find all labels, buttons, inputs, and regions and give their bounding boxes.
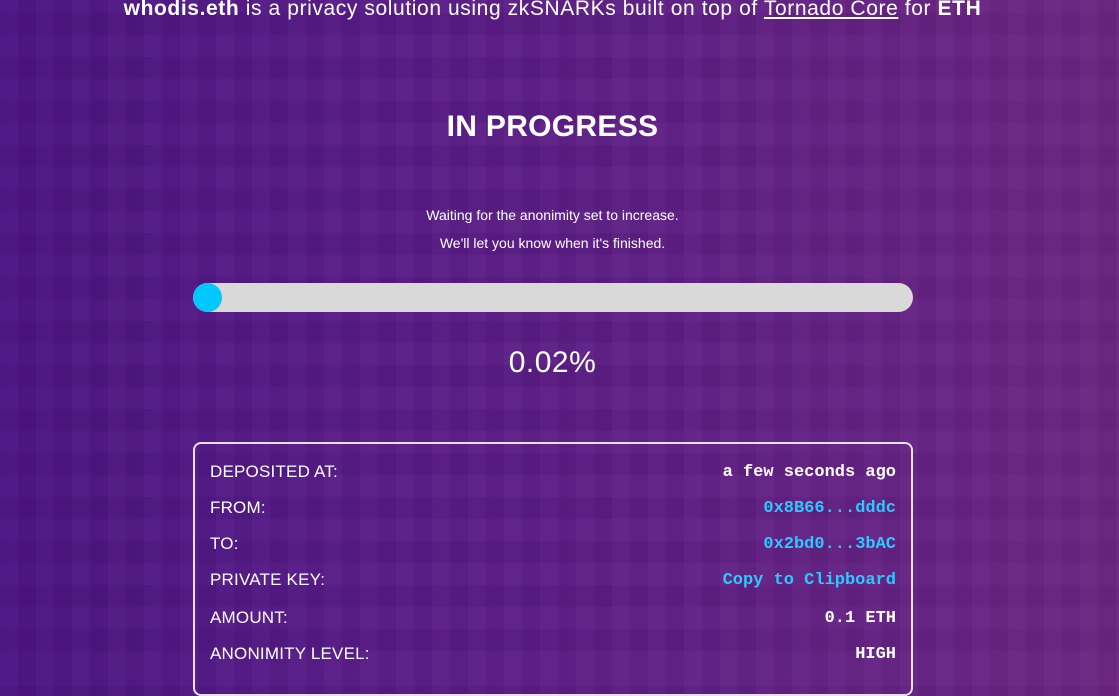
tagline-for-text: for: [898, 0, 938, 20]
anonimity-level-value: HIGH: [855, 645, 896, 664]
waiting-message: Waiting for the anonimity set to increas…: [426, 207, 679, 223]
progress-fill: [193, 283, 222, 312]
notify-message: We'll let you know when it's finished.: [439, 235, 666, 251]
progress-percent: 0.02%: [508, 346, 597, 379]
detail-row-from: FROM: 0x8B66...dddc: [210, 498, 896, 522]
amount-value: 0.1 ETH: [824, 609, 896, 628]
to-label: TO:: [210, 534, 239, 553]
deposited-at-label: DEPOSITED AT:: [210, 462, 338, 481]
private-key-label: PRIVATE KEY:: [210, 570, 326, 589]
detail-row-to: TO: 0x2bd0...3bAC: [210, 534, 896, 558]
detail-row-deposited-at: DEPOSITED AT: a few seconds ago: [210, 462, 896, 486]
from-address-link[interactable]: 0x8B66...dddc: [763, 499, 896, 518]
tagline: whodis.eth is a privacy solution using z…: [0, 0, 1105, 21]
status-title: IN PROGRESS: [446, 110, 659, 143]
brand-name: whodis.eth: [123, 0, 240, 20]
progress-bar: [193, 283, 913, 312]
deposited-at-value: a few seconds ago: [722, 463, 896, 482]
from-label: FROM:: [210, 498, 266, 517]
tagline-text: is a privacy solution using zkSNARKs bui…: [239, 0, 764, 20]
deposit-details-card: DEPOSITED AT: a few seconds ago FROM: 0x…: [193, 442, 913, 696]
amount-label: AMOUNT:: [210, 608, 288, 627]
tornado-core-link[interactable]: Tornado Core: [764, 0, 898, 20]
currency-name: ETH: [937, 0, 982, 20]
anonimity-level-label: ANONIMITY LEVEL:: [210, 644, 370, 663]
detail-row-anonimity-level: ANONIMITY LEVEL: HIGH: [210, 644, 896, 668]
to-address-link[interactable]: 0x2bd0...3bAC: [763, 535, 896, 554]
copy-to-clipboard-button[interactable]: Copy to Clipboard: [723, 571, 896, 590]
detail-row-amount: AMOUNT: 0.1 ETH: [210, 608, 896, 632]
detail-row-private-key: PRIVATE KEY: Copy to Clipboard: [210, 570, 896, 594]
